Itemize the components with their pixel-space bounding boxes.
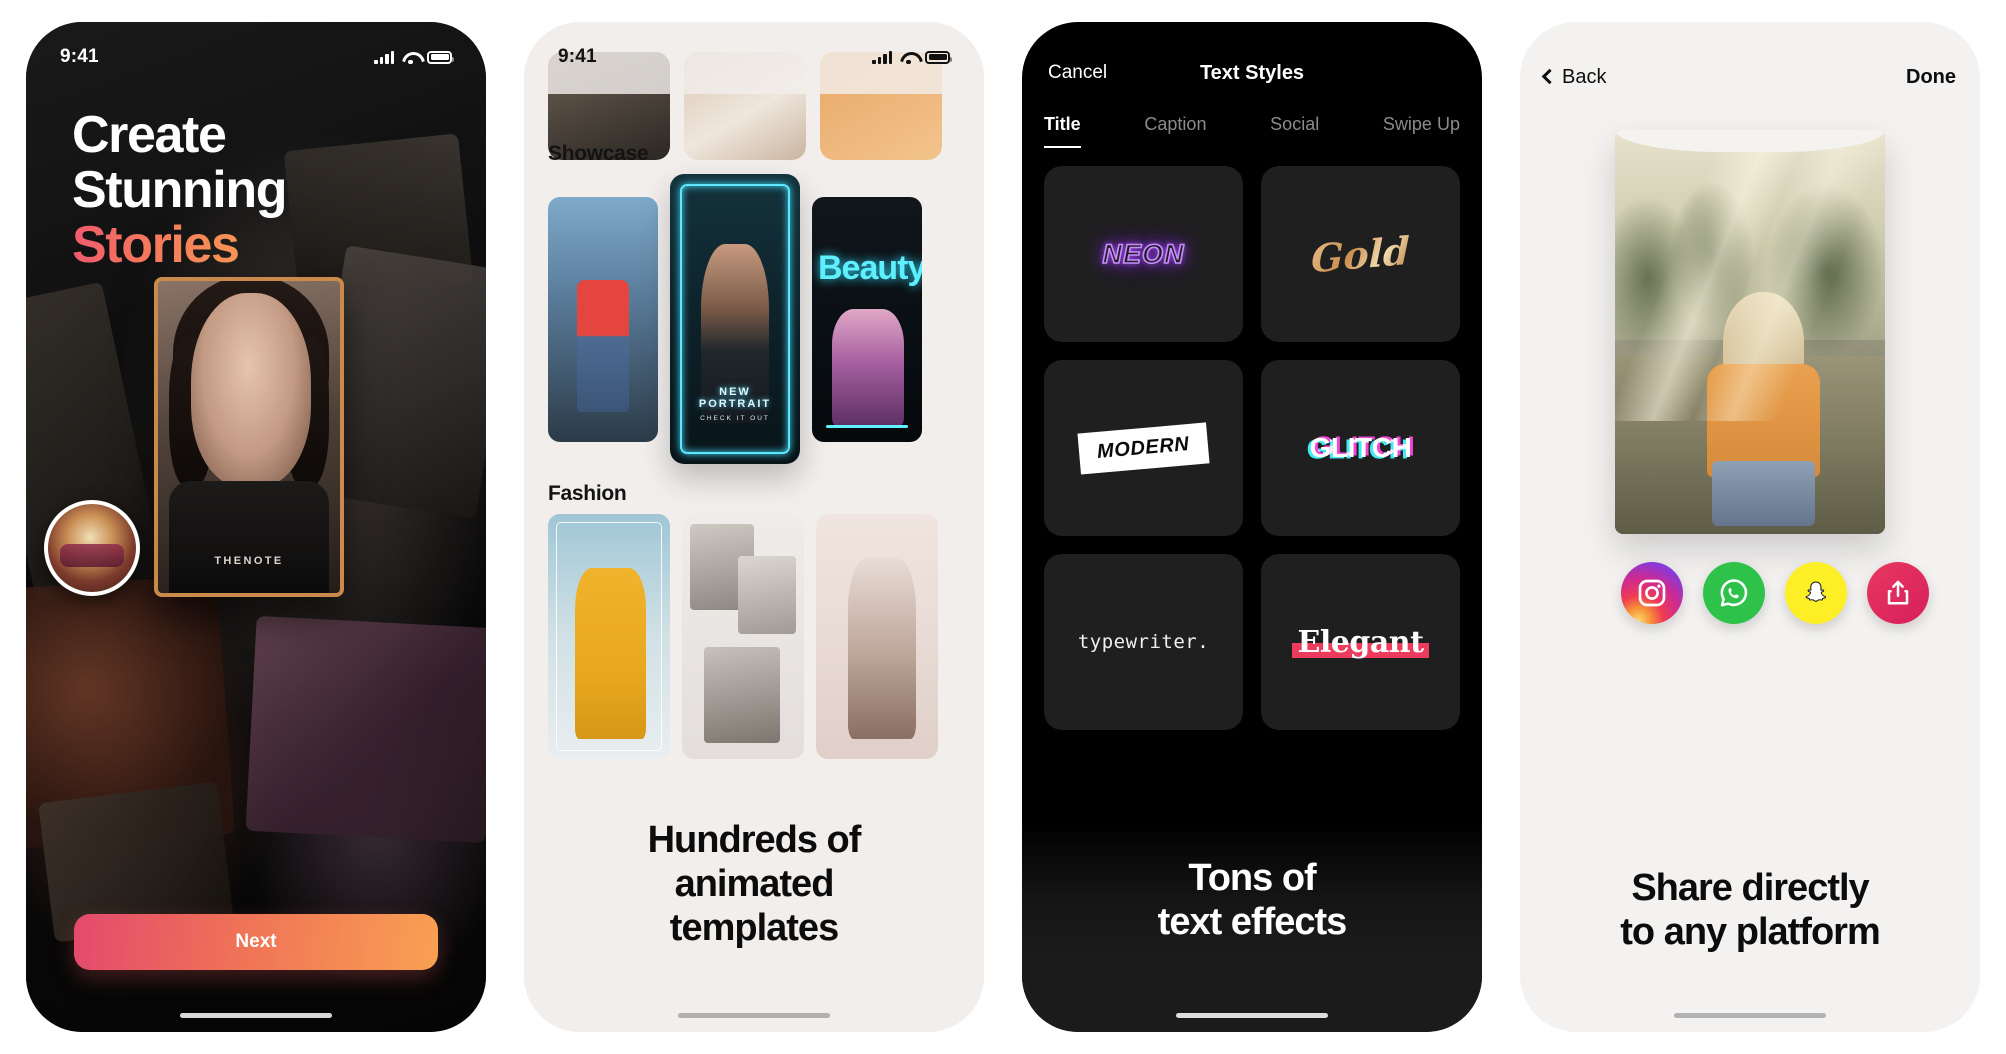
home-indicator (1176, 1013, 1328, 1018)
share-targets-row (1520, 562, 1980, 624)
tab-title[interactable]: Title (1044, 114, 1081, 148)
tab-swipe-up[interactable]: Swipe Up (1383, 114, 1460, 148)
section-header-fashion: Fashion (548, 482, 627, 505)
hero-card-word: THENOTE (214, 555, 284, 567)
instagram-icon (1638, 579, 1666, 607)
back-button[interactable]: Back (1541, 65, 1607, 89)
style-card-neon[interactable]: NEON (1044, 166, 1243, 342)
caption-line-3: templates (669, 906, 839, 949)
style-label-elegant: Elegant (1297, 624, 1424, 660)
battery-icon (925, 50, 952, 64)
share-more-button[interactable] (1867, 562, 1929, 624)
tab-caption[interactable]: Caption (1144, 114, 1206, 148)
style-card-glitch[interactable]: GLITCH (1261, 360, 1460, 536)
caption-line-2: animated (674, 862, 835, 905)
snapchat-icon (1805, 581, 1827, 602)
food-thumbnail-badge (44, 500, 140, 596)
signal-bars-icon (374, 50, 394, 64)
featured-card-line-2: PORTRAIT (698, 398, 772, 411)
status-bar-time: 9:41 (558, 46, 597, 67)
style-label-glitch: GLITCH (1310, 432, 1412, 464)
title-line-2: Stunning (72, 161, 287, 220)
fashion-row[interactable] (548, 514, 938, 759)
share-whatsapp-button[interactable] (1703, 562, 1765, 624)
home-indicator (1674, 1013, 1826, 1018)
preview-photo[interactable] (1615, 130, 1885, 534)
tab-social[interactable]: Social (1270, 114, 1319, 148)
screen-share: Back Done Share directly to any platform (1520, 22, 1980, 1032)
caption-line-2: to any platform (1620, 910, 1880, 953)
status-bar: 9:41 (26, 22, 486, 78)
style-card-gold[interactable]: Gold (1261, 166, 1460, 342)
wifi-icon (402, 51, 419, 65)
share-icon (1887, 580, 1909, 605)
style-label-neon: NEON (1102, 238, 1185, 270)
wifi-icon (900, 51, 917, 65)
screen-caption: Tons of text effects (1022, 856, 1482, 944)
nav-bar: Cancel Text Styles (1022, 50, 1482, 96)
status-bar-time: 9:41 (60, 46, 99, 67)
template-card[interactable] (682, 514, 804, 759)
share-snapchat-button[interactable] (1785, 562, 1847, 624)
title-accent: Stories (72, 216, 240, 275)
screen-text-styles: Cancel Text Styles Title Caption Social … (1022, 22, 1482, 1032)
template-card[interactable] (548, 196, 658, 442)
status-bar: 9:41 (524, 22, 984, 78)
done-button[interactable]: Done (1906, 66, 1956, 89)
nav-bar: Back Done (1520, 52, 1980, 102)
home-indicator (180, 1013, 332, 1018)
template-card[interactable] (816, 514, 938, 759)
app-store-screenshot-set: THENOTE 9:41 Create Stunning Stories Nex… (0, 0, 2006, 1054)
whatsapp-icon (1720, 579, 1748, 607)
style-card-typewriter[interactable]: typewriter. (1044, 554, 1243, 730)
hero-portrait-card: THENOTE (154, 277, 344, 597)
cancel-button[interactable]: Cancel (1048, 62, 1107, 84)
template-card-featured[interactable]: NEW PORTRAIT CHECK IT OUT (670, 174, 800, 464)
back-button-label: Back (1562, 65, 1607, 88)
template-card[interactable]: Beauty (812, 196, 922, 442)
caption-line-2: text effects (1157, 900, 1348, 943)
screen-caption: Hundreds of animated templates (524, 818, 984, 950)
templates-body: 9:41 Showcase NEW PORTRAIT CHECK IT OUT (524, 22, 984, 1032)
screen-caption: Share directly to any platform (1520, 866, 1980, 954)
showcase-row[interactable]: NEW PORTRAIT CHECK IT OUT Beauty (548, 174, 922, 464)
next-button[interactable]: Next (74, 914, 438, 970)
signal-bars-icon (872, 50, 892, 64)
title-line-1: Create (72, 106, 227, 164)
text-style-grid: NEON Gold MODERN GLITCH typewriter. Eleg… (1022, 148, 1482, 730)
share-instagram-button[interactable] (1621, 562, 1683, 624)
featured-card-line-3: CHECK IT OUT (700, 415, 770, 422)
screen-templates-browser: 9:41 Showcase NEW PORTRAIT CHECK IT OUT (524, 22, 984, 1032)
section-header-showcase: Showcase (548, 142, 649, 165)
neon-card-text: Beauty (818, 248, 922, 287)
caption-line-1: Hundreds of (647, 818, 862, 861)
template-card[interactable] (548, 514, 670, 759)
chevron-left-icon (1541, 68, 1558, 85)
battery-icon (427, 50, 454, 64)
tab-bar[interactable]: Title Caption Social Swipe Up (1022, 96, 1482, 148)
home-indicator (678, 1013, 830, 1018)
screen-onboarding-hero: THENOTE 9:41 Create Stunning Stories Nex… (26, 22, 486, 1032)
style-label-typewriter: typewriter. (1077, 631, 1210, 653)
page-title: Create Stunning Stories (72, 106, 287, 275)
caption-line-1: Tons of (1188, 856, 1316, 899)
style-label-gold: Gold (1310, 227, 1411, 281)
style-card-elegant[interactable]: Elegant (1261, 554, 1460, 730)
caption-line-1: Share directly (1631, 866, 1869, 909)
style-label-modern: MODERN (1096, 432, 1191, 463)
featured-card-line-1: NEW (719, 385, 751, 398)
style-card-modern[interactable]: MODERN (1044, 360, 1243, 536)
